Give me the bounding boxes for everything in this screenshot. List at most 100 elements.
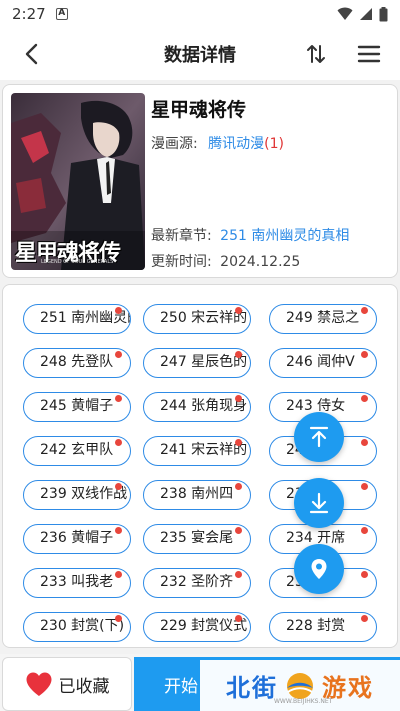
latest-chapter-link[interactable]: 251 南州幽灵的真相 (220, 228, 349, 244)
update-time-row: 更新时间: 2024.12.25 (151, 251, 300, 271)
chapter-chip-label: 248 先登队 (40, 354, 114, 370)
latest-chapter-row: 最新章节: 251 南州幽灵的真相 (151, 225, 349, 245)
chapter-chip-label: 236 黄帽子 (40, 530, 114, 546)
start-label: 开始 (164, 676, 198, 697)
comic-info-card: 星甲魂将传 LEGEND OF SOUL GENERALS 星甲魂将传 漫画源:… (2, 84, 398, 278)
chapter-chip-label: 247 星辰色的 (160, 354, 248, 370)
unread-dot (361, 307, 368, 314)
chapter-chip[interactable]: 228 封赏 (269, 612, 377, 642)
chapter-chip[interactable]: 245 黄帽子 (23, 392, 131, 422)
unread-dot (361, 351, 368, 358)
cover-subtitle: LEGEND OF SOUL GENERALS (41, 259, 114, 265)
chapter-chip[interactable]: 246 闻仲V (269, 348, 377, 378)
location-pin-icon (311, 559, 327, 579)
latest-chapter-label: 最新章节: (151, 228, 212, 244)
chapter-chip[interactable]: 247 星辰色的 (143, 348, 251, 378)
chapter-chip[interactable]: 248 先登队 (23, 348, 131, 378)
unread-dot (361, 571, 368, 578)
watermark-logo-icon (287, 672, 313, 699)
chapter-chip-label: 233 叫我老 (40, 574, 114, 590)
unread-dot (235, 307, 242, 314)
source-link[interactable]: 腾讯动漫 (208, 136, 264, 152)
back-arrow-icon[interactable] (20, 42, 44, 66)
chapter-chip[interactable]: 251 南州幽灵的真相 (23, 304, 131, 334)
source-row: 漫画源: 腾讯动漫(1) (151, 133, 284, 153)
chapter-chip[interactable]: 229 封赏仪式 (143, 612, 251, 642)
chapter-chip[interactable]: 238 南州四 (143, 480, 251, 510)
chapter-chip[interactable]: 235 宴会尾 (143, 524, 251, 554)
watermark-text-part1: 北街 (226, 674, 278, 702)
chapter-chip[interactable]: 250 宋云祥的 (143, 304, 251, 334)
wifi-icon (337, 7, 353, 20)
unread-dot (361, 483, 368, 490)
arrow-to-top-icon (309, 426, 329, 448)
heart-icon (26, 672, 51, 696)
chapter-chip-label: 242 玄甲队 (40, 442, 114, 458)
chapter-chip-label: 246 闻仲V (286, 354, 355, 370)
unread-dot (115, 395, 122, 402)
chapter-chip[interactable]: 241 宋云祥的 (143, 436, 251, 466)
unread-dot (235, 351, 242, 358)
comic-cover-image[interactable]: 星甲魂将传 LEGEND OF SOUL GENERALS (11, 93, 145, 270)
chapter-chip-label: 235 宴会尾 (160, 530, 234, 546)
unread-dot (235, 395, 242, 402)
watermark-url: WWW.BEIJIHKS.NET (274, 698, 333, 705)
chapter-chip-label: 249 禁忌之 (286, 310, 360, 326)
chapter-chip-label: 228 封赏 (286, 618, 346, 634)
favorite-button[interactable]: 已收藏 (2, 657, 132, 711)
chapter-chip[interactable]: 236 黄帽子 (23, 524, 131, 554)
unread-dot (115, 571, 122, 578)
site-watermark: 北街 游戏 WWW.BEIJIHKS.NET (200, 660, 400, 711)
status-bar: 2:27 A (0, 0, 400, 28)
unread-dot (115, 307, 122, 314)
unread-dot (235, 527, 242, 534)
chapter-chip[interactable]: 242 玄甲队 (23, 436, 131, 466)
chapter-chip[interactable]: 244 张角现身 (143, 392, 251, 422)
chapter-chip[interactable]: 232 圣阶齐 (143, 568, 251, 598)
battery-icon (379, 6, 388, 21)
unread-dot (115, 615, 122, 622)
notification-icon: A (55, 8, 68, 20)
sort-icon[interactable] (304, 42, 328, 66)
unread-dot (235, 439, 242, 446)
chapter-chip-label: 230 封赏(下) (40, 618, 125, 634)
unread-dot (361, 615, 368, 622)
chapter-chip[interactable]: 249 禁忌之 (269, 304, 377, 334)
unread-dot (235, 571, 242, 578)
page-title: 数据详情 (164, 45, 236, 66)
source-label: 漫画源: (151, 136, 198, 152)
chapter-chip-label: 245 黄帽子 (40, 398, 114, 414)
update-time-value: 2024.12.25 (220, 254, 301, 270)
chapter-list: 251 南州幽灵的真相 250 宋云祥的 249 禁忌之 248 先登队 247 星辰色… (2, 284, 398, 648)
update-time-label: 更新时间: (151, 254, 212, 270)
status-time: 2:27 (12, 5, 46, 23)
chapter-chip-label: 239 双线作战 (40, 486, 128, 502)
unread-dot (115, 439, 122, 446)
unread-dot (235, 483, 242, 490)
chapter-chip-label: 229 封赏仪式 (160, 618, 248, 634)
locate-current-button[interactable] (294, 544, 344, 594)
chapter-chip[interactable]: 233 叫我老 (23, 568, 131, 598)
unread-dot (361, 439, 368, 446)
unread-dot (361, 395, 368, 402)
signal-icon (360, 8, 372, 20)
scroll-top-button[interactable] (294, 412, 344, 462)
scroll-bottom-button[interactable] (294, 478, 344, 528)
chapter-chip-label: 232 圣阶齐 (160, 574, 234, 590)
source-count: (1) (264, 136, 285, 152)
chapter-chip[interactable]: 239 双线作战 (23, 480, 131, 510)
chapter-chip[interactable]: 230 封赏(下) (23, 612, 131, 642)
chapter-chip-label: 241 宋云祥的 (160, 442, 248, 458)
chapter-chip-label: 238 南州四 (160, 486, 234, 502)
menu-icon[interactable] (356, 42, 382, 66)
unread-dot (115, 527, 122, 534)
chapter-chip-label: 250 宋云祥的 (160, 310, 248, 326)
unread-dot (361, 527, 368, 534)
chapter-chip-label: 244 张角现身 (160, 398, 248, 414)
favorite-label: 已收藏 (58, 676, 110, 697)
comic-title: 星甲魂将传 (151, 99, 247, 121)
unread-dot (115, 351, 122, 358)
unread-dot (235, 615, 242, 622)
app-header: 数据详情 (0, 28, 400, 80)
unread-dot (115, 483, 122, 490)
